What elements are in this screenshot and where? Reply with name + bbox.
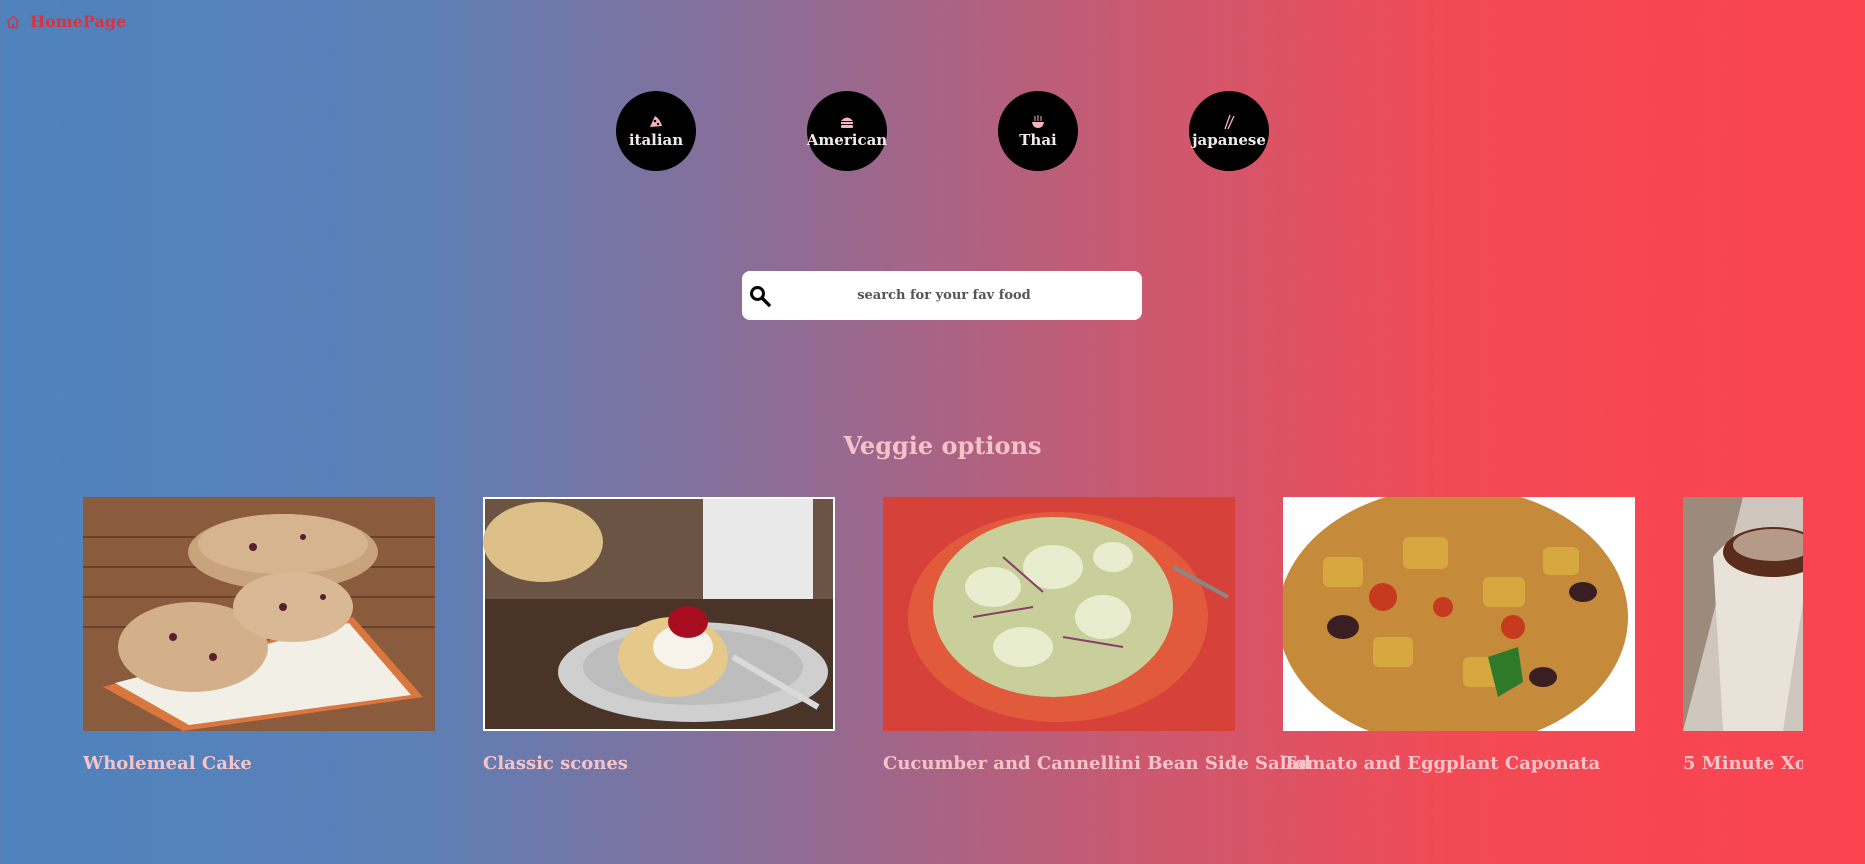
homepage-link[interactable]: HomePage (30, 12, 126, 31)
top-nav: HomePage (6, 12, 126, 31)
home-icon[interactable] (6, 15, 20, 29)
search-icon[interactable] (748, 284, 772, 308)
search-input[interactable] (772, 287, 1116, 304)
cuisine-button-italian[interactable]: italian (616, 91, 696, 171)
burger-icon (841, 117, 853, 128)
recipe-card[interactable]: 5 Minute Xoca (1683, 497, 1803, 774)
recipe-card[interactable]: Tomato and Eggplant Caponata (1283, 497, 1635, 774)
recipe-title[interactable]: 5 Minute Xoca (1683, 753, 1803, 774)
cuisine-list: italian American Thai japanese (616, 91, 1270, 171)
recipe-image[interactable] (1683, 497, 1803, 731)
cuisine-label: italian (628, 131, 684, 149)
recipe-image[interactable] (883, 497, 1235, 731)
cuisine-label: Thai (1019, 131, 1057, 149)
cuisine-button-japanese[interactable]: japanese (1189, 91, 1269, 171)
recipe-image[interactable] (1283, 497, 1635, 731)
recipe-carousel[interactable]: Wholemeal Cake Classic scones Cucumber a… (83, 497, 1803, 797)
recipe-card[interactable]: Wholemeal Cake (83, 497, 435, 774)
recipe-image[interactable] (483, 497, 835, 731)
recipe-card[interactable]: Classic scones (483, 497, 835, 774)
pizza-icon (650, 116, 662, 127)
section-title: Veggie options (843, 431, 1042, 460)
cuisine-label: American (806, 131, 888, 149)
chopsticks-icon (1224, 114, 1235, 130)
cuisine-button-thai[interactable]: Thai (998, 91, 1078, 171)
noodle-bowl-icon (1032, 115, 1044, 128)
recipe-title[interactable]: Wholemeal Cake (83, 753, 252, 774)
recipe-title[interactable]: Cucumber and Cannellini Bean Side Salad (883, 753, 1311, 774)
recipe-title[interactable]: Tomato and Eggplant Caponata (1283, 753, 1600, 774)
cuisine-label: japanese (1192, 131, 1266, 149)
recipe-title[interactable]: Classic scones (483, 753, 628, 774)
search-bar (742, 271, 1142, 320)
recipe-card[interactable]: Cucumber and Cannellini Bean Side Salad (883, 497, 1311, 774)
recipe-image[interactable] (83, 497, 435, 731)
cuisine-button-american[interactable]: American (807, 91, 887, 171)
